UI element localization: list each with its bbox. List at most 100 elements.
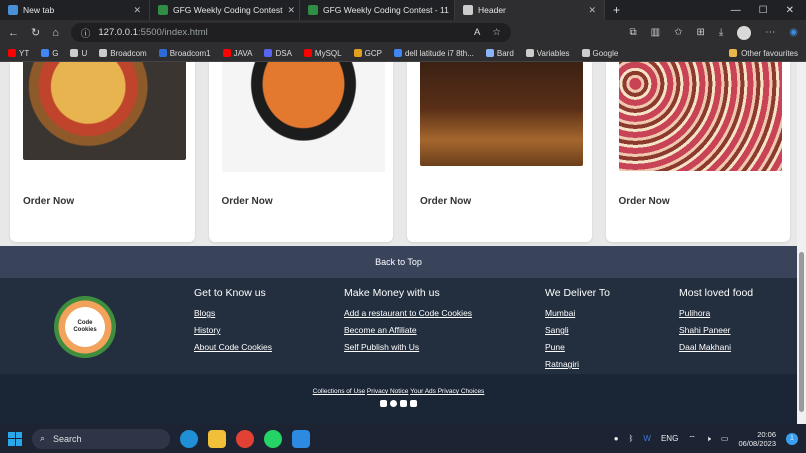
- tab-gfg-contest-11[interactable]: GFG Weekly Coding Contest - 11 ✕: [300, 0, 455, 20]
- word-icon[interactable]: W: [643, 434, 651, 443]
- bookmark-icon: [264, 49, 273, 57]
- close-window-icon[interactable]: ✕: [786, 5, 794, 16]
- other-favourites-folder[interactable]: Other favourites: [729, 49, 798, 58]
- language-indicator[interactable]: ENG: [661, 434, 678, 443]
- home-icon[interactable]: ⌂: [52, 27, 59, 39]
- extensions-icon[interactable]: ⧉: [629, 27, 636, 38]
- bookmark-item[interactable]: YT: [8, 49, 29, 58]
- bookmark-icon: [158, 49, 167, 57]
- footer-link-self-publish[interactable]: Self Publish with Us: [344, 342, 472, 352]
- edge-icon[interactable]: [180, 429, 198, 448]
- back-to-top-button[interactable]: Back to Top: [0, 246, 797, 278]
- taskbar-search[interactable]: ⌕ Search: [32, 428, 170, 449]
- footer-link-mumbai[interactable]: Mumbai: [545, 308, 610, 318]
- collections-icon[interactable]: ⊞: [696, 27, 704, 38]
- bookmark-item[interactable]: JAVA: [222, 49, 252, 58]
- order-now-button[interactable]: Order Now: [619, 196, 670, 207]
- vscode-icon[interactable]: [292, 429, 310, 448]
- bookmark-label: YT: [19, 48, 30, 58]
- back-icon[interactable]: ←: [8, 27, 19, 39]
- bookmark-item[interactable]: Broadcom: [99, 48, 147, 58]
- close-icon[interactable]: ✕: [133, 5, 141, 16]
- twitter-icon[interactable]: [400, 400, 407, 407]
- tab-new-tab[interactable]: New tab ✕: [0, 0, 150, 20]
- bookmark-item[interactable]: dell latitude i7 8th...: [393, 49, 474, 58]
- order-now-button[interactable]: Order Now: [222, 196, 273, 207]
- tab-label: Header: [478, 5, 506, 15]
- bluetooth-icon[interactable]: ᛒ: [629, 434, 634, 443]
- legal-link-ads[interactable]: Your Ads Privacy Choices: [410, 388, 484, 395]
- footer-link-blogs[interactable]: Blogs: [194, 308, 272, 318]
- tab-header[interactable]: Header ✕: [455, 0, 605, 20]
- clock[interactable]: 20:06 06/08/2023: [738, 430, 776, 448]
- favorite-star-icon[interactable]: ☆: [492, 27, 501, 38]
- footer-link-pulihora[interactable]: Pulihora: [679, 308, 753, 318]
- footer-heading: Get to Know us: [194, 287, 266, 299]
- facebook-icon[interactable]: [390, 400, 397, 407]
- maximize-icon[interactable]: ☐: [759, 5, 768, 16]
- footer-link-shahi-paneer[interactable]: Shahi Paneer: [679, 325, 753, 335]
- footer-heading: Make Money with us: [344, 287, 440, 299]
- info-icon[interactable]: ⓘ: [81, 26, 91, 40]
- legal-link-privacy[interactable]: Privacy Notice: [367, 388, 409, 395]
- notification-badge[interactable]: 1: [786, 432, 798, 445]
- edge-tab-icon: [8, 5, 18, 15]
- footer-link-ratnagiri[interactable]: Ratnagiri: [545, 359, 610, 369]
- windows-start-icon[interactable]: [8, 431, 22, 446]
- bookmark-item[interactable]: U: [70, 49, 87, 58]
- battery-icon[interactable]: ▭: [721, 434, 729, 443]
- tab-gfg-contest[interactable]: GFG Weekly Coding Contest ✕: [150, 0, 300, 20]
- footer: Code Cookies Get to Know us Blogs History…: [0, 278, 797, 374]
- wifi-icon[interactable]: ⌔: [688, 434, 696, 444]
- minimize-icon[interactable]: —: [731, 5, 741, 16]
- bookmark-icon: [303, 49, 312, 57]
- url-field[interactable]: ⓘ 127.0.0.1:5500/index.html A ☆: [70, 23, 511, 42]
- instagram-icon[interactable]: [380, 400, 387, 407]
- read-aloud-icon[interactable]: A: [474, 27, 480, 38]
- footer-link-pune[interactable]: Pune: [545, 342, 610, 352]
- refresh-icon[interactable]: ↻: [31, 26, 40, 39]
- footer-link-affiliate[interactable]: Become an Affiliate: [344, 325, 472, 335]
- bookmark-item[interactable]: Variables: [525, 49, 570, 58]
- footer-link-sangli[interactable]: Sangli: [545, 325, 610, 335]
- bookmark-item[interactable]: DSA: [264, 49, 292, 58]
- bookmark-item[interactable]: MySQL: [303, 49, 342, 58]
- address-bar-row: ← ↻ ⌂ ⓘ 127.0.0.1:5500/index.html A ☆ ⧉ …: [0, 20, 806, 45]
- order-now-button[interactable]: Order Now: [420, 196, 471, 207]
- page-scrollbar[interactable]: [797, 62, 806, 424]
- footer-link-about[interactable]: About Code Cookies: [194, 342, 272, 352]
- bookmark-label: Broadcom: [110, 48, 147, 58]
- legal-link-conditions[interactable]: Collections of Use: [313, 388, 365, 395]
- footer-link-daal-makhani[interactable]: Daal Makhani: [679, 342, 753, 352]
- volume-icon[interactable]: 🕨: [706, 434, 711, 444]
- food-cards: Order Now Order Now Order Now Order Now: [10, 62, 790, 242]
- order-now-button[interactable]: Order Now: [23, 196, 74, 207]
- copilot-icon[interactable]: ◉: [789, 27, 798, 38]
- scrollbar-thumb[interactable]: [799, 252, 804, 412]
- whatsapp-icon[interactable]: [264, 429, 282, 448]
- linkedin-icon[interactable]: [410, 400, 417, 407]
- footer-link-add-restaurant[interactable]: Add a restaurant to Code Cookies: [344, 308, 472, 318]
- logo-line-2: Cookies: [73, 327, 97, 333]
- bookmark-item[interactable]: G: [41, 49, 58, 58]
- settings-menu-icon[interactable]: ⋯: [765, 27, 775, 38]
- chrome-icon[interactable]: [236, 429, 254, 448]
- profile-avatar[interactable]: [737, 25, 752, 40]
- bookmark-icon: [525, 49, 534, 57]
- bookmark-icon: [70, 49, 79, 57]
- close-icon[interactable]: ✕: [287, 5, 295, 16]
- page-icon: [463, 5, 473, 15]
- file-explorer-icon[interactable]: [208, 429, 226, 448]
- bookmark-item[interactable]: Broadcom1: [158, 49, 211, 58]
- bookmark-item[interactable]: GCP: [353, 49, 382, 58]
- close-icon[interactable]: ✕: [588, 5, 596, 16]
- downloads-icon[interactable]: ⤓: [719, 27, 723, 38]
- favorites-icon[interactable]: ✩: [674, 27, 682, 38]
- footer-link-history[interactable]: History: [194, 325, 272, 335]
- search-icon: ⌕: [40, 433, 46, 443]
- bookmark-item[interactable]: Bard: [485, 49, 514, 58]
- tray-app-icon[interactable]: ●: [614, 434, 619, 443]
- split-screen-icon[interactable]: ▥: [651, 27, 660, 38]
- bookmark-item[interactable]: Google: [581, 49, 618, 58]
- new-tab-button[interactable]: +: [605, 3, 620, 17]
